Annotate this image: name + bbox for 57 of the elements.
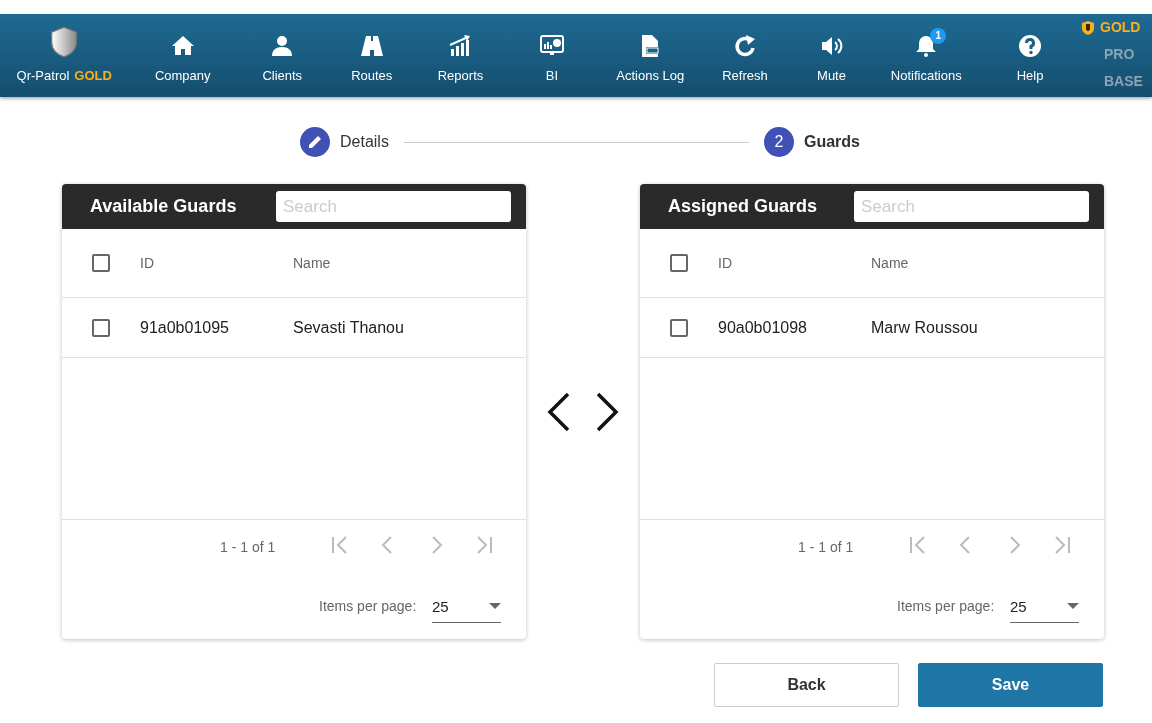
nav-item[interactable]: BI bbox=[505, 14, 599, 97]
last-page-icon[interactable] bbox=[474, 534, 494, 556]
table-cell-text: Marw Roussou bbox=[871, 317, 978, 338]
home-icon bbox=[170, 33, 195, 58]
user-icon bbox=[270, 33, 295, 58]
checkbox[interactable] bbox=[670, 254, 688, 272]
nav-item[interactable]: Clients bbox=[237, 14, 328, 97]
nav-item[interactable]: Company bbox=[128, 14, 237, 97]
step-label: Details bbox=[340, 132, 389, 152]
step-marker: 2 bbox=[764, 127, 794, 157]
table-cell-text: Sevasti Thanou bbox=[293, 317, 404, 338]
first-page-icon[interactable] bbox=[908, 534, 928, 556]
items-per-page-select[interactable]: 25 bbox=[1010, 596, 1079, 623]
items-per-page-label: Items per page: bbox=[897, 597, 995, 616]
column-header: ID bbox=[140, 253, 155, 273]
shield-icon bbox=[49, 25, 80, 58]
nav-item[interactable]: Routes bbox=[327, 14, 416, 97]
checkbox[interactable] bbox=[92, 254, 110, 272]
column-header: Name bbox=[293, 253, 331, 273]
refresh-icon bbox=[733, 33, 757, 58]
move-left-button[interactable] bbox=[546, 391, 572, 432]
notification-badge: 1 bbox=[930, 27, 947, 44]
move-right-button[interactable] bbox=[594, 391, 620, 432]
nav-item[interactable]: Actions Log bbox=[599, 14, 702, 97]
items-per-page-label: Items per page: bbox=[319, 597, 417, 616]
shield-icon bbox=[1082, 20, 1094, 35]
panel-title: Assigned Guards bbox=[668, 195, 819, 218]
help-icon bbox=[1018, 33, 1042, 58]
nav-item[interactable]: Mute bbox=[788, 14, 875, 97]
pencil-icon bbox=[300, 127, 330, 157]
step-label: Guards bbox=[804, 132, 860, 152]
table-cell-text: 90a0b01098 bbox=[718, 317, 808, 338]
first-page-icon[interactable] bbox=[330, 534, 350, 556]
monitor-icon bbox=[540, 33, 564, 58]
bar-chart-icon bbox=[448, 33, 473, 58]
back-button[interactable]: Back bbox=[714, 663, 899, 707]
save-button[interactable]: Save bbox=[918, 663, 1103, 707]
caret-icon bbox=[1067, 603, 1079, 609]
nav-item[interactable]: Refresh bbox=[701, 14, 789, 97]
nav-item[interactable]: Reports bbox=[416, 14, 505, 97]
page-range: 1 - 1 of 1 bbox=[220, 538, 276, 557]
nav-item[interactable]: Help bbox=[978, 14, 1082, 97]
checkbox[interactable] bbox=[670, 318, 688, 337]
column-header: ID bbox=[718, 253, 733, 273]
road-icon bbox=[359, 33, 384, 58]
panel-title: Available Guards bbox=[90, 195, 238, 218]
brand-name: Qr-Patrol bbox=[16, 67, 70, 83]
checkbox[interactable] bbox=[92, 318, 110, 337]
caret-icon bbox=[489, 603, 501, 609]
items-per-page-select[interactable]: 25 bbox=[432, 596, 501, 623]
table-cell-text: 91a0b01095 bbox=[140, 317, 230, 338]
bell-icon bbox=[914, 33, 939, 58]
edition-label: GOLD bbox=[74, 67, 112, 83]
nav-item[interactable]: 1 Notifications bbox=[874, 14, 978, 97]
last-page-icon[interactable] bbox=[1052, 534, 1072, 556]
page-range: 1 - 1 of 1 bbox=[798, 538, 854, 557]
column-header: Name bbox=[871, 253, 909, 273]
